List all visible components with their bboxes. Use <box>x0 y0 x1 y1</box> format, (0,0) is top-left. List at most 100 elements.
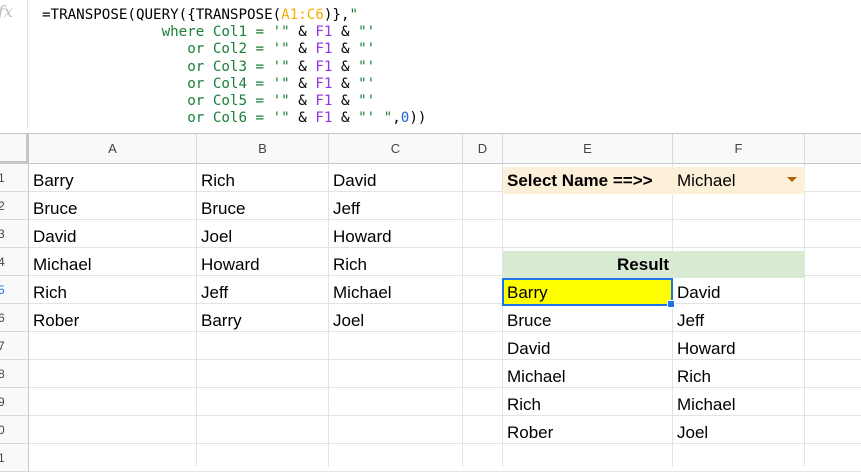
name-dropdown[interactable]: Michael <box>673 167 805 194</box>
formula-token: F1 <box>315 75 333 92</box>
result-cell[interactable]: David <box>673 279 805 306</box>
data-cell[interactable]: Rich <box>29 279 197 306</box>
row-header[interactable]: 1 <box>0 164 29 192</box>
select-name-label: Select Name ==>> <box>507 170 653 190</box>
formula-token: )) <box>409 110 427 127</box>
row-header[interactable]: 3 <box>0 220 29 248</box>
row-header[interactable]: 6 <box>0 304 29 332</box>
row-number: 7 <box>0 338 5 353</box>
data-cell[interactable]: Barry <box>29 167 197 194</box>
data-cell[interactable]: Jeff <box>197 279 329 306</box>
formula-text[interactable]: =TRANSPOSE(QUERY({TRANSPOSE(A1:C6)}," wh… <box>42 7 426 127</box>
row-number: 9 <box>0 394 5 409</box>
data-cell[interactable]: Rich <box>329 251 463 278</box>
result-cell[interactable]: Michael <box>673 391 805 418</box>
formula-token: "' <box>358 41 376 58</box>
formula-token: F1 <box>315 93 333 110</box>
row-header[interactable]: 0 <box>0 416 29 444</box>
formula-token: A1:C6 <box>281 7 324 23</box>
formula-token: & <box>332 58 359 75</box>
data-cell[interactable]: Rich <box>197 167 329 194</box>
formula-token: "' " <box>358 110 393 127</box>
result-cell[interactable]: Joel <box>673 419 805 446</box>
row-number: 5 <box>0 282 5 297</box>
active-cell-border <box>502 278 673 306</box>
formula-token: & <box>298 110 316 127</box>
formula-token: & <box>332 24 359 41</box>
formula-token: or Col2 = '" <box>42 41 299 58</box>
result-cell[interactable]: Michael <box>503 363 673 390</box>
column-header-b[interactable]: B <box>197 134 329 164</box>
row-header[interactable]: 2 <box>0 192 29 220</box>
data-cell[interactable]: Howard <box>197 251 329 278</box>
data-cell[interactable]: Joel <box>197 223 329 250</box>
formula-token: where Col1 = '" <box>42 24 299 41</box>
select-all-corner[interactable] <box>0 134 29 164</box>
data-cell[interactable]: David <box>329 167 463 194</box>
formula-token: =TRANSPOSE(QUERY({TRANSPOSE( <box>42 7 282 23</box>
column-header-d[interactable]: D <box>463 134 503 164</box>
formula-token: "' <box>358 93 376 110</box>
row-header[interactable]: 4 <box>0 248 29 276</box>
column-header-a[interactable]: A <box>29 134 197 164</box>
data-cell[interactable]: Michael <box>29 251 197 278</box>
row-header[interactable]: 7 <box>0 332 29 360</box>
formula-token: "' <box>358 58 376 75</box>
data-cell[interactable]: Bruce <box>29 195 197 222</box>
row-header[interactable]: 1 <box>0 444 29 472</box>
formula-separator <box>27 0 28 128</box>
formula-token: & <box>298 24 316 41</box>
result-cell[interactable]: Rich <box>673 363 805 390</box>
result-cell[interactable]: Rich <box>503 391 673 418</box>
row-number: 6 <box>0 310 5 325</box>
row-header[interactable]: 5 <box>0 276 29 304</box>
formula-token: "' <box>358 75 376 92</box>
row-number: 3 <box>0 226 5 241</box>
formula-token: " <box>349 7 359 23</box>
column-header-g[interactable] <box>805 134 861 164</box>
column-header-e[interactable]: E <box>503 134 673 164</box>
data-cell[interactable]: Howard <box>329 223 463 250</box>
formula-token: & <box>332 110 359 127</box>
formula-token: or Col4 = '" <box>42 75 299 92</box>
fx-icon: fx <box>0 2 13 21</box>
formula-token: & <box>298 93 316 110</box>
row-header[interactable]: 9 <box>0 388 29 416</box>
result-cell[interactable]: Bruce <box>503 307 673 334</box>
formula-token: or Col3 = '" <box>42 58 299 75</box>
data-cell[interactable]: David <box>29 223 197 250</box>
row-header[interactable]: 8 <box>0 360 29 388</box>
column-header-c[interactable]: C <box>329 134 463 164</box>
formula-token: , <box>392 110 401 127</box>
result-cell[interactable]: Jeff <box>673 307 805 334</box>
formula-token: & <box>298 75 316 92</box>
data-cell[interactable]: Bruce <box>197 195 329 222</box>
formula-token: )}, <box>323 7 350 23</box>
data-cell[interactable]: Rober <box>29 307 197 334</box>
result-cell[interactable]: David <box>503 335 673 362</box>
fill-handle[interactable] <box>667 300 675 308</box>
data-cell[interactable]: Barry <box>197 307 329 334</box>
row-number: 4 <box>0 254 5 269</box>
result-cell[interactable]: Rober <box>503 419 673 446</box>
formula-token: or Col6 = '" <box>42 110 299 127</box>
data-cell[interactable]: Jeff <box>329 195 463 222</box>
result-cell[interactable]: Howard <box>673 335 805 362</box>
dropdown-arrow-icon[interactable] <box>787 177 797 182</box>
formula-token: & <box>298 58 316 75</box>
formula-token: F1 <box>315 24 333 41</box>
formula-token: or Col5 = '" <box>42 93 299 110</box>
row-number: 0 <box>0 422 5 437</box>
formula-bar[interactable]: fx =TRANSPOSE(QUERY({TRANSPOSE(A1:C6)},"… <box>0 0 861 133</box>
formula-token: & <box>332 93 359 110</box>
data-cell[interactable]: Joel <box>329 307 463 334</box>
row-number: 2 <box>0 198 5 213</box>
formula-token: & <box>298 41 316 58</box>
formula-token: F1 <box>315 58 333 75</box>
formula-token: F1 <box>315 41 333 58</box>
column-header-f[interactable]: F <box>673 134 805 164</box>
result-header: Result <box>617 254 669 274</box>
data-cell[interactable]: Michael <box>329 279 463 306</box>
row-number: 1 <box>0 170 5 185</box>
row-number: 8 <box>0 366 5 381</box>
